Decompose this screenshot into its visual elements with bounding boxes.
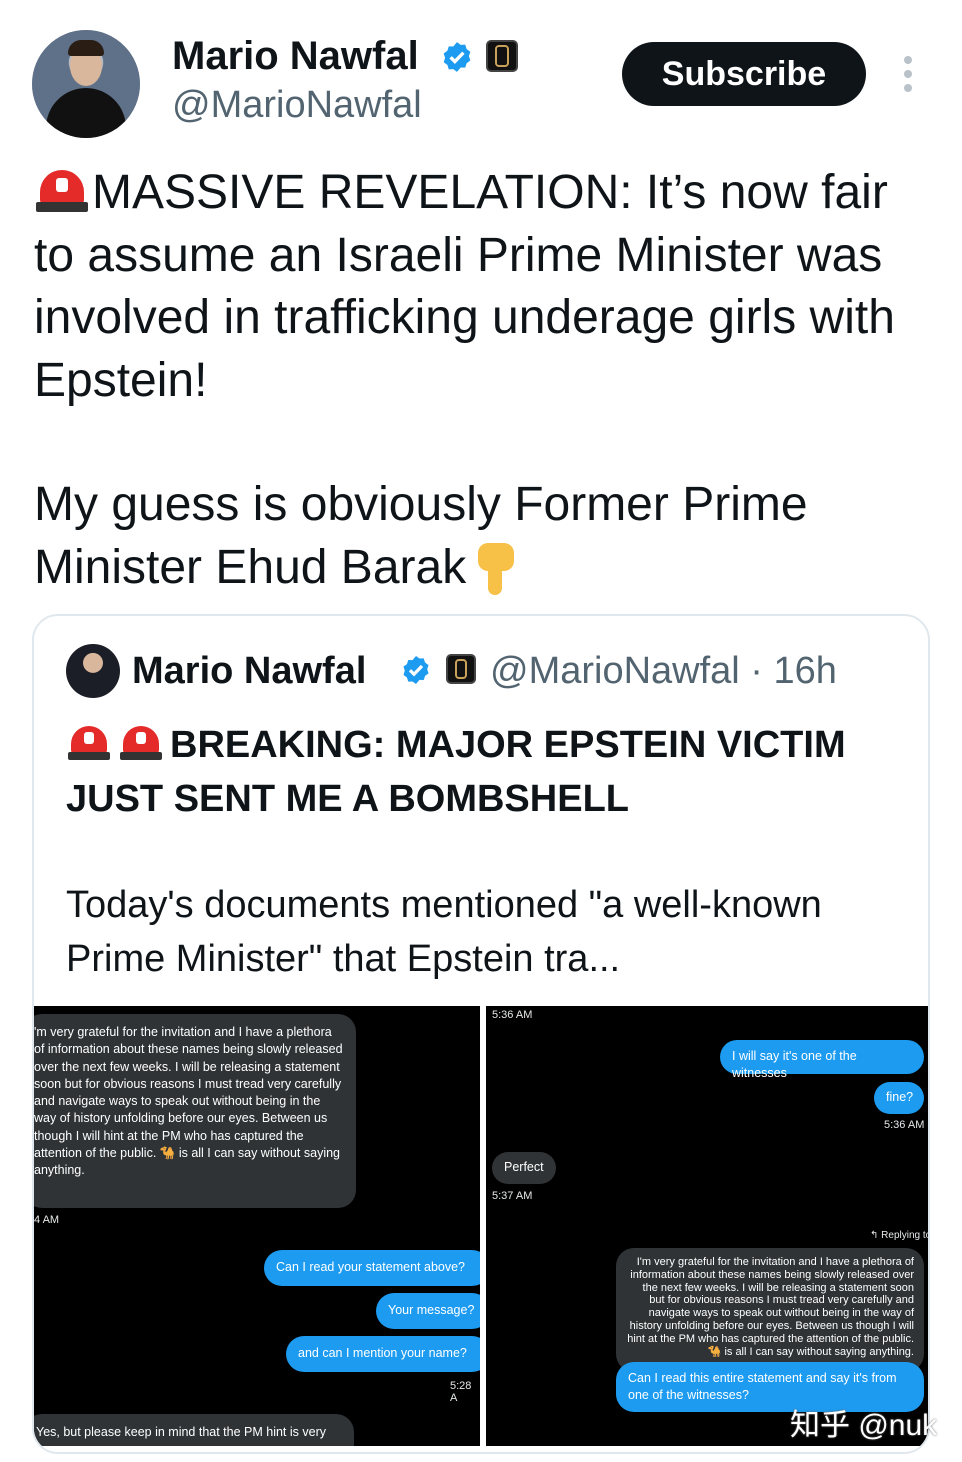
verified-badge-icon [443, 42, 471, 72]
author-name[interactable]: Mario Nawfal [172, 34, 419, 79]
quoted-author-name[interactable]: Mario Nawfal [132, 650, 366, 693]
affiliate-badge-icon [446, 654, 476, 684]
author-avatar[interactable] [32, 30, 140, 138]
dm-timestamp: 5:37 AM [492, 1190, 533, 1202]
siren-icon [34, 164, 90, 214]
pointing-down-icon [474, 541, 518, 597]
dm-received-message: Yes, but please keep in mind that the PM… [34, 1414, 354, 1446]
dm-timestamp: 5:36 AM [492, 1009, 533, 1021]
tweet-header: Mario Nawfal @MarioNawfal Subscribe [0, 0, 962, 150]
tweet-paragraph-2: My guess is obviously Former Prime Minis… [34, 474, 934, 599]
dm-received-message: 'm very grateful for the invitation and … [34, 1014, 356, 1208]
tweet-text: MASSIVE REVELATION: It’s now fair to ass… [34, 162, 934, 599]
dm-received-message: Perfect [492, 1152, 556, 1184]
verified-badge-icon [403, 656, 429, 684]
dm-timestamp: 5:28 A [450, 1380, 472, 1404]
dm-sent-message: fine? [874, 1082, 924, 1114]
quoted-headline-text: BREAKING: MAJOR EPSTEIN VICTIM JUST SENT… [66, 724, 846, 820]
dm-sent-message: and can I mention your name? [286, 1336, 480, 1372]
more-options-icon[interactable] [900, 56, 916, 92]
quoted-author-avatar[interactable] [66, 644, 120, 698]
quoted-tweet-card[interactable]: Mario Nawfal @MarioNawfal · 16h BREAKING… [32, 614, 930, 1454]
author-handle[interactable]: @MarioNawfal [172, 84, 422, 127]
dm-screenshot-right[interactable]: 5:36 AM I will say it's one of the witne… [486, 1006, 930, 1446]
tweet-paragraph-1: MASSIVE REVELATION: It’s now fair to ass… [34, 162, 934, 412]
replying-to-text: Replying to [881, 1230, 930, 1241]
watermark: 知乎 @nuk [790, 1409, 938, 1442]
dm-screenshot-left[interactable]: 'm very grateful for the invitation and … [34, 1006, 480, 1446]
dm-sent-message: Can I read your statement above? [264, 1250, 480, 1286]
tweet-paragraph-2-text: My guess is obviously Former Prime Minis… [34, 478, 808, 594]
dm-timestamp: 5:36 AM [884, 1119, 925, 1131]
siren-icon [66, 721, 112, 761]
subscribe-button[interactable]: Subscribe [622, 42, 866, 106]
tweet-paragraph-1-text: MASSIVE REVELATION: It’s now fair to ass… [34, 166, 895, 407]
quoted-handle-time: @MarioNawfal · 16h [490, 650, 837, 692]
siren-icon [118, 721, 164, 761]
quoted-body: Today's documents mentioned "a well-know… [66, 884, 822, 980]
affiliate-badge-icon [486, 40, 518, 72]
dm-quoted-message: I'm very grateful for the invitation and… [616, 1248, 924, 1372]
quoted-media[interactable]: 'm very grateful for the invitation and … [34, 1006, 930, 1452]
dm-sent-message: I will say it's one of the witnesses [720, 1040, 924, 1080]
replying-to-label: ↰ Replying to [870, 1230, 930, 1241]
dm-timestamp: 4 AM [34, 1214, 60, 1226]
quoted-headline: BREAKING: MAJOR EPSTEIN VICTIM JUST SENT… [66, 718, 906, 826]
dm-sent-message: Your message? [376, 1293, 480, 1329]
